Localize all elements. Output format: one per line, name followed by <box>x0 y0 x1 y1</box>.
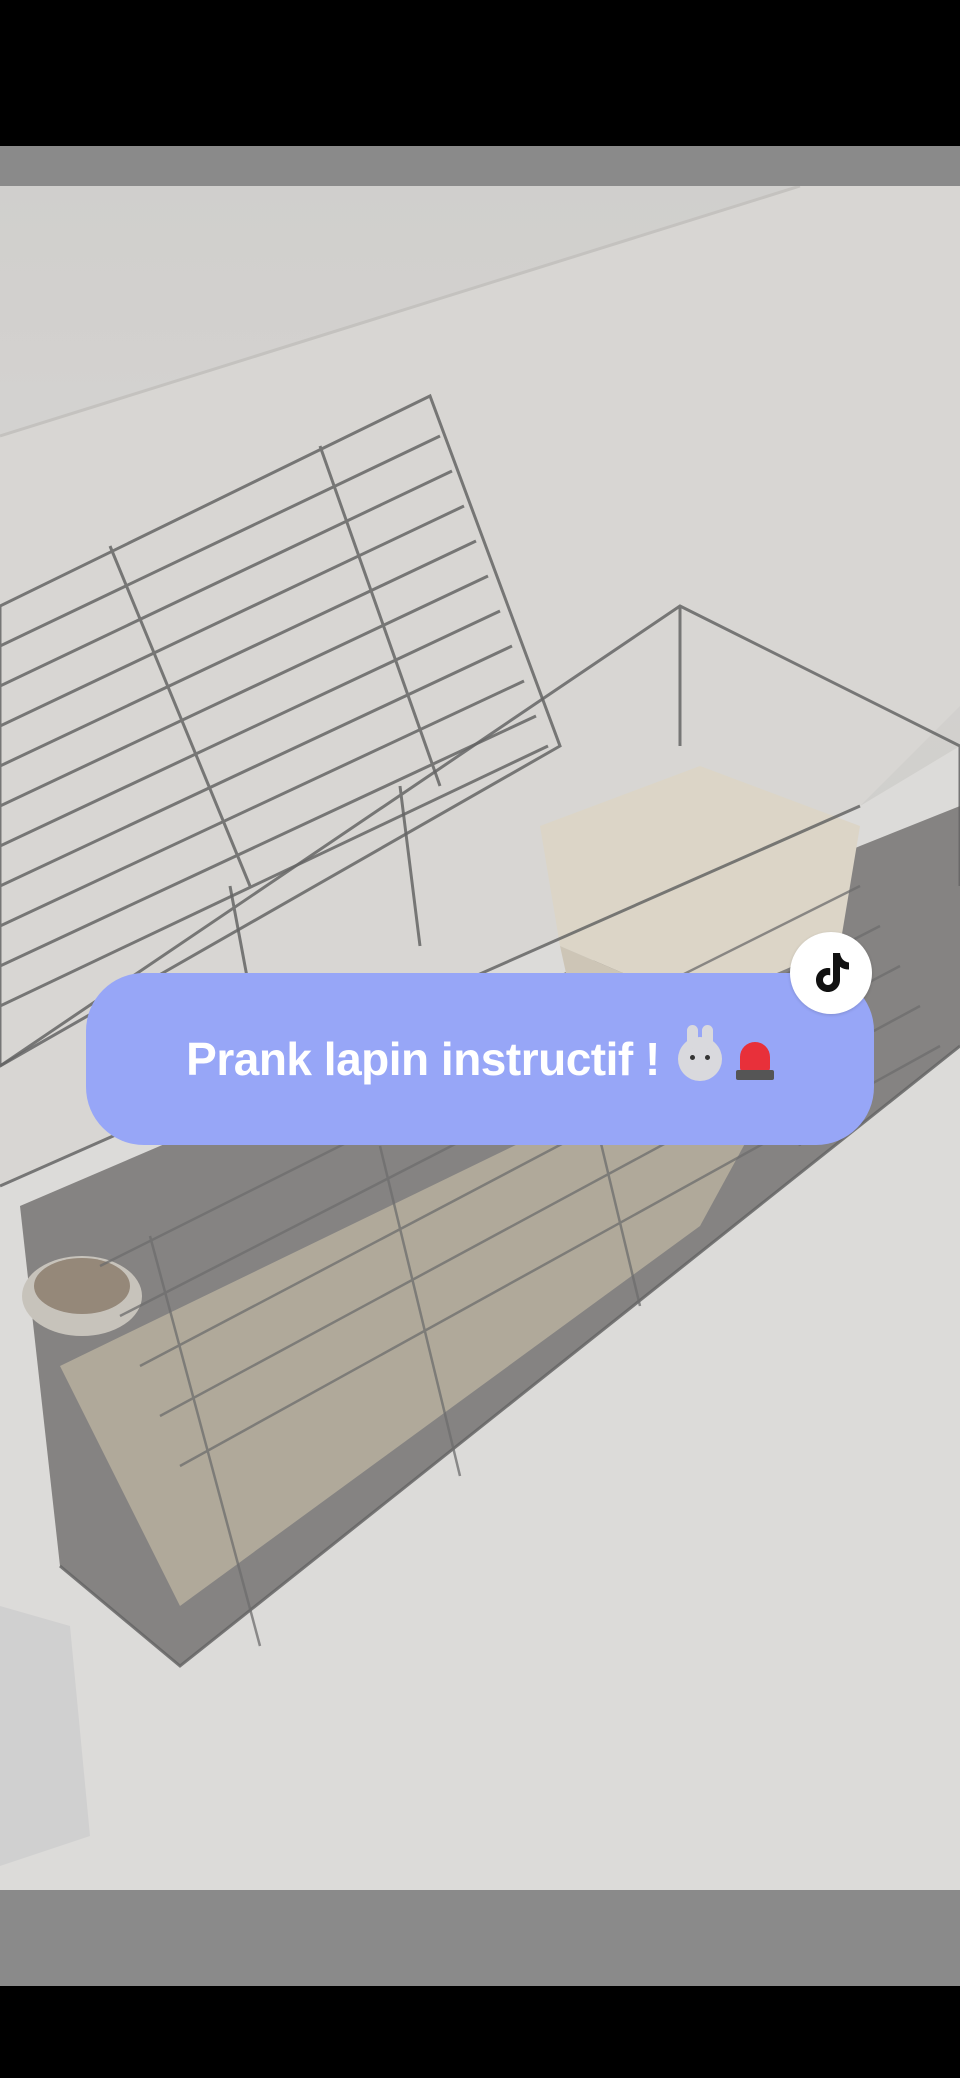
caption-text: Prank lapin instructif ! <box>186 1033 660 1085</box>
letterbox-bottom <box>0 1890 960 1986</box>
top-black-bar <box>0 0 960 146</box>
bottom-black-bar <box>0 1986 960 2078</box>
letterbox-top <box>0 146 960 186</box>
police-light-icon <box>735 1036 774 1082</box>
tiktok-logo-icon <box>816 953 849 992</box>
caption-bubble: Prank lapin instructif ! <box>86 973 874 1145</box>
tiktok-badge[interactable] <box>790 932 872 1014</box>
caption-line: Prank lapin instructif ! <box>186 1025 774 1086</box>
rabbit-face-icon <box>677 1025 722 1081</box>
